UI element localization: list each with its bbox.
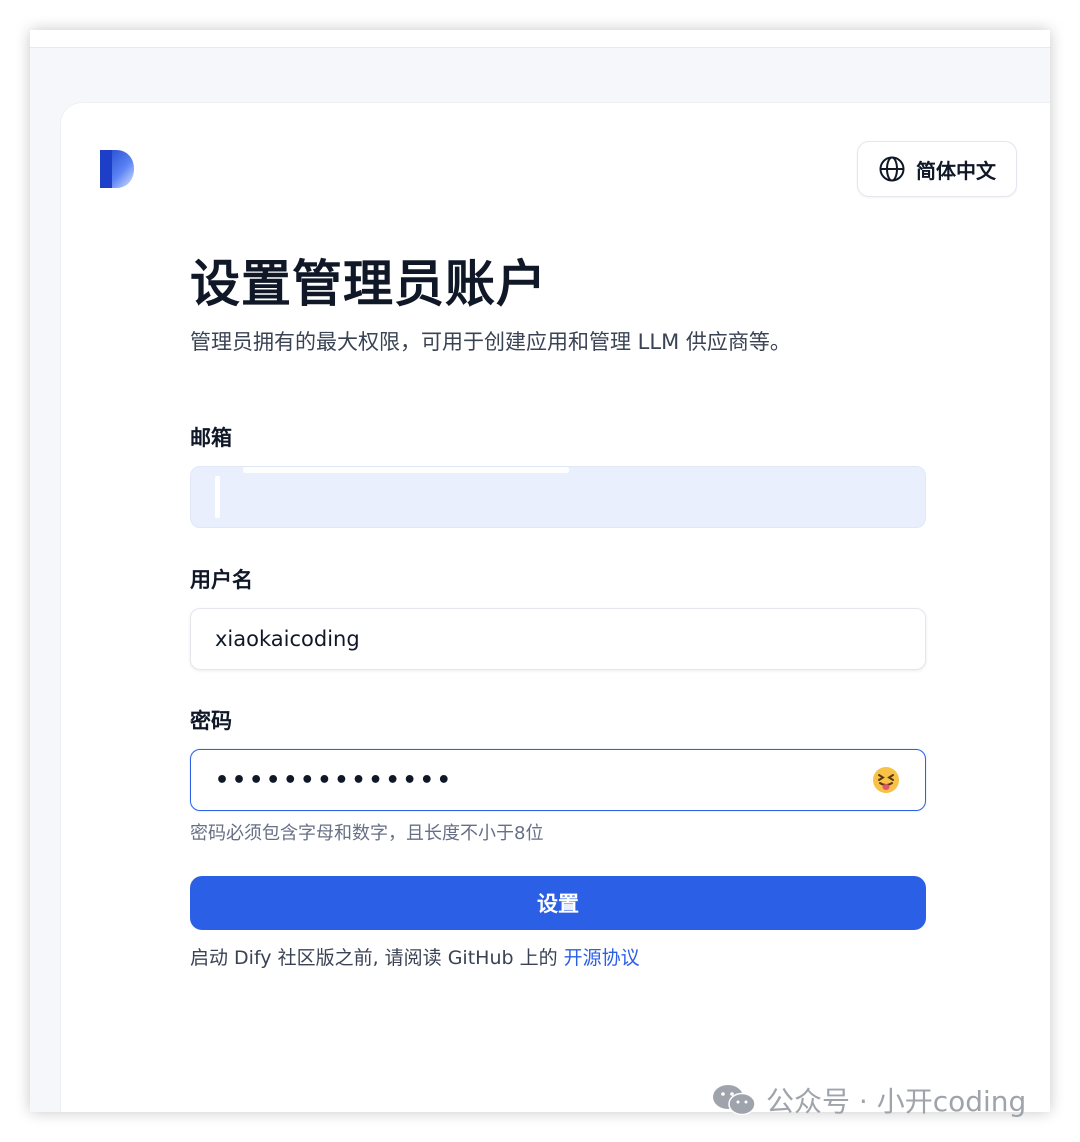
- license-notice: 启动 Dify 社区版之前, 请阅读 GitHub 上的 开源协议: [190, 943, 640, 970]
- password-label: 密码: [190, 709, 232, 733]
- globe-icon: [879, 156, 905, 182]
- email-label: 邮箱: [190, 426, 232, 450]
- show-password-emoji-icon[interactable]: [871, 765, 901, 795]
- email-redaction: [215, 476, 220, 518]
- email-field[interactable]: [190, 466, 926, 528]
- app-window: 简体中文 设置管理员账户 管理员拥有的最大权限，可用于创建应用和管理 LLM 供…: [30, 30, 1050, 1112]
- browser-top-bar: [30, 30, 1050, 48]
- wechat-icon: [713, 1085, 756, 1116]
- page-title: 设置管理员账户: [190, 255, 547, 313]
- language-label: 简体中文: [916, 158, 996, 183]
- language-switch-button[interactable]: 简体中文: [857, 141, 1017, 197]
- username-value: xiaokaicoding: [215, 627, 360, 651]
- page-subtitle: 管理员拥有的最大权限，可用于创建应用和管理 LLM 供应商等。: [190, 330, 791, 354]
- open-source-license-link[interactable]: 开源协议: [564, 947, 640, 969]
- wechat-watermark: 公众号 · 小开coding: [712, 1080, 1026, 1120]
- password-value: ••••••••••••••: [215, 767, 454, 793]
- dify-logo-icon: [100, 150, 134, 188]
- watermark-text: 公众号 · 小开coding: [766, 1085, 1027, 1118]
- license-notice-text: 启动 Dify 社区版之前, 请阅读 GitHub 上的: [190, 947, 558, 969]
- email-redaction-bar: [243, 467, 569, 473]
- setup-submit-button[interactable]: 设置: [190, 876, 926, 930]
- username-label: 用户名: [190, 568, 253, 592]
- password-hint: 密码必须包含字母和数字，且长度不小于8位: [190, 823, 544, 844]
- username-field[interactable]: xiaokaicoding: [190, 608, 926, 670]
- password-field[interactable]: ••••••••••••••: [190, 749, 926, 811]
